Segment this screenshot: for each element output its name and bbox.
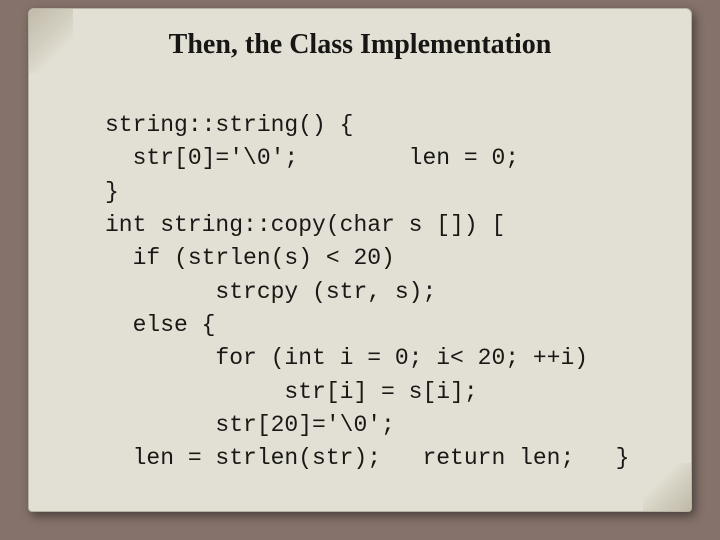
slide-background: Then, the Class Implementation string::s… bbox=[0, 0, 720, 540]
slide-title: Then, the Class Implementation bbox=[29, 29, 691, 61]
paper-card: Then, the Class Implementation string::s… bbox=[28, 8, 692, 512]
code-block: string::string() { str[0]='\0'; len = 0;… bbox=[105, 109, 661, 476]
